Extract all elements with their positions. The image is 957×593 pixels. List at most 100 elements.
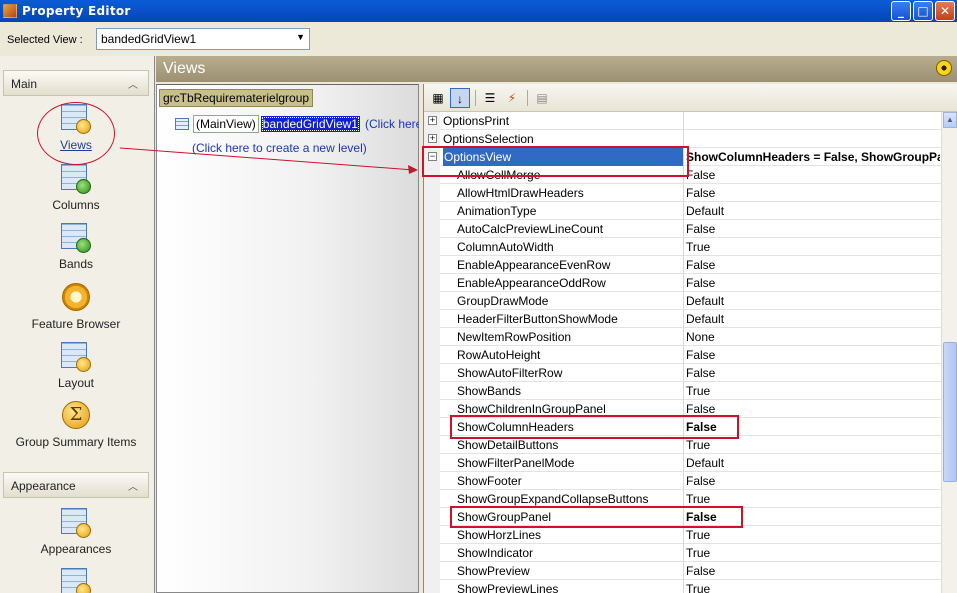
collapse-chevron-icon[interactable]: ︿	[128, 76, 138, 91]
property-value[interactable]: Default	[686, 292, 940, 310]
group-header-appearance[interactable]: Appearance ︿	[3, 472, 149, 498]
property-row[interactable]: ShowIndicator True	[424, 544, 942, 562]
column-divider[interactable]	[683, 148, 684, 166]
property-name[interactable]: ShowGroupPanel	[457, 508, 683, 526]
property-name[interactable]: EnableAppearanceEvenRow	[457, 256, 683, 274]
property-pages-icon[interactable]: ▤	[532, 88, 552, 108]
selected-view-node[interactable]: bandedGridView1	[260, 116, 360, 132]
property-name[interactable]: NewItemRowPosition	[457, 328, 683, 346]
scroll-thumb[interactable]	[943, 342, 957, 482]
alphabetical-icon[interactable]: ↓	[450, 88, 470, 108]
property-name[interactable]: ShowIndicator	[457, 544, 683, 562]
property-row[interactable]: NewItemRowPosition None	[424, 328, 942, 346]
property-name[interactable]: ShowPreviewLines	[457, 580, 683, 593]
property-name[interactable]: ShowGroupExpandCollapseButtons	[457, 490, 683, 508]
expand-icon[interactable]: +	[428, 134, 437, 143]
column-divider[interactable]	[683, 382, 684, 400]
property-value[interactable]: True	[686, 436, 940, 454]
group-header-main[interactable]: Main ︿	[3, 70, 149, 96]
property-name[interactable]: OptionsView	[443, 148, 683, 166]
property-row[interactable]: HeaderFilterButtonShowMode Default	[424, 310, 942, 328]
column-divider[interactable]	[683, 472, 684, 490]
property-value[interactable]: ShowColumnHeaders = False, ShowGroupPane…	[686, 148, 940, 166]
column-divider[interactable]	[683, 508, 684, 526]
events-icon[interactable]: ⚡	[502, 88, 522, 108]
property-name[interactable]: ShowChildrenInGroupPanel	[457, 400, 683, 418]
property-value[interactable]: None	[686, 328, 940, 346]
click-here-link[interactable]: (Click here	[365, 117, 422, 131]
nav-item-appearances[interactable]: Appearances	[0, 508, 152, 556]
column-divider[interactable]	[683, 184, 684, 202]
property-row[interactable]: ShowFooter False	[424, 472, 942, 490]
property-row[interactable]: ColumnAutoWidth True	[424, 238, 942, 256]
column-divider[interactable]	[683, 364, 684, 382]
property-name[interactable]: OptionsPrint	[443, 112, 683, 130]
column-divider[interactable]	[683, 544, 684, 562]
minimize-button[interactable]: _	[891, 1, 911, 21]
property-value[interactable]: True	[686, 382, 940, 400]
column-divider[interactable]	[683, 256, 684, 274]
property-row[interactable]: ShowGroupExpandCollapseButtons True	[424, 490, 942, 508]
property-value[interactable]: Default	[686, 454, 940, 472]
property-value[interactable]	[686, 130, 940, 148]
property-value[interactable]: True	[686, 580, 940, 593]
property-name[interactable]: ColumnAutoWidth	[457, 238, 683, 256]
property-row[interactable]: ShowAutoFilterRow False	[424, 364, 942, 382]
expand-icon[interactable]: +	[428, 116, 437, 125]
property-row[interactable]: ShowColumnHeaders False	[424, 418, 942, 436]
column-divider[interactable]	[683, 436, 684, 454]
column-divider[interactable]	[683, 202, 684, 220]
nav-item-layout[interactable]: Layout	[0, 342, 152, 390]
property-name[interactable]: ShowBands	[457, 382, 683, 400]
dropdown-arrow-icon[interactable]: ▼	[296, 32, 305, 42]
property-name[interactable]: EnableAppearanceOddRow	[457, 274, 683, 292]
nav-item-bands[interactable]: Bands	[0, 223, 152, 271]
property-name[interactable]: AllowCellMerge	[457, 166, 683, 184]
property-value[interactable]: Default	[686, 202, 940, 220]
property-name[interactable]: ShowHorzLines	[457, 526, 683, 544]
close-button[interactable]: ✕	[935, 1, 955, 21]
property-row[interactable]: GroupDrawMode Default	[424, 292, 942, 310]
property-row[interactable]: AllowHtmlDrawHeaders False	[424, 184, 942, 202]
column-divider[interactable]	[683, 580, 684, 593]
property-row[interactable]: AutoCalcPreviewLineCount False	[424, 220, 942, 238]
property-value[interactable]: False	[686, 220, 940, 238]
column-divider[interactable]	[683, 292, 684, 310]
property-value[interactable]: False	[686, 472, 940, 490]
column-divider[interactable]	[683, 274, 684, 292]
eye-icon[interactable]	[936, 60, 952, 76]
mainview-tag[interactable]: (MainView)	[193, 115, 259, 133]
nav-item-group-summary-items[interactable]: Σ Group Summary Items	[0, 401, 152, 449]
property-value[interactable]: False	[686, 256, 940, 274]
property-name[interactable]: GroupDrawMode	[457, 292, 683, 310]
property-row[interactable]: AnimationType Default	[424, 202, 942, 220]
column-divider[interactable]	[683, 220, 684, 238]
column-divider[interactable]	[683, 418, 684, 436]
column-divider[interactable]	[683, 166, 684, 184]
property-row[interactable]: EnableAppearanceEvenRow False	[424, 256, 942, 274]
property-name[interactable]: ShowDetailButtons	[457, 436, 683, 454]
column-divider[interactable]	[683, 346, 684, 364]
collapse-chevron-icon[interactable]: ︿	[128, 478, 138, 493]
property-value[interactable]: False	[686, 562, 940, 580]
property-row[interactable]: EnableAppearanceOddRow False	[424, 274, 942, 292]
property-name[interactable]: AllowHtmlDrawHeaders	[457, 184, 683, 202]
property-name[interactable]: HeaderFilterButtonShowMode	[457, 310, 683, 328]
property-row[interactable]: ShowHorzLines True	[424, 526, 942, 544]
scroll-up-icon[interactable]: ▲	[943, 112, 957, 128]
property-row[interactable]: ShowPreview False	[424, 562, 942, 580]
property-name[interactable]: ShowFooter	[457, 472, 683, 490]
property-value[interactable]: True	[686, 490, 940, 508]
property-row[interactable]: AllowCellMerge False	[424, 166, 942, 184]
property-value[interactable]: False	[686, 418, 940, 436]
properties-icon[interactable]: ☰	[480, 88, 500, 108]
property-row[interactable]: ShowChildrenInGroupPanel False	[424, 400, 942, 418]
property-row[interactable]: ShowBands True	[424, 382, 942, 400]
column-divider[interactable]	[683, 310, 684, 328]
tree-root-node[interactable]: grcTbRequirematerielgroup	[159, 89, 314, 107]
property-name[interactable]: OptionsSelection	[443, 130, 683, 148]
property-value[interactable]: False	[686, 364, 940, 382]
property-name[interactable]: AutoCalcPreviewLineCount	[457, 220, 683, 238]
column-divider[interactable]	[683, 112, 684, 130]
property-value[interactable]: False	[686, 346, 940, 364]
